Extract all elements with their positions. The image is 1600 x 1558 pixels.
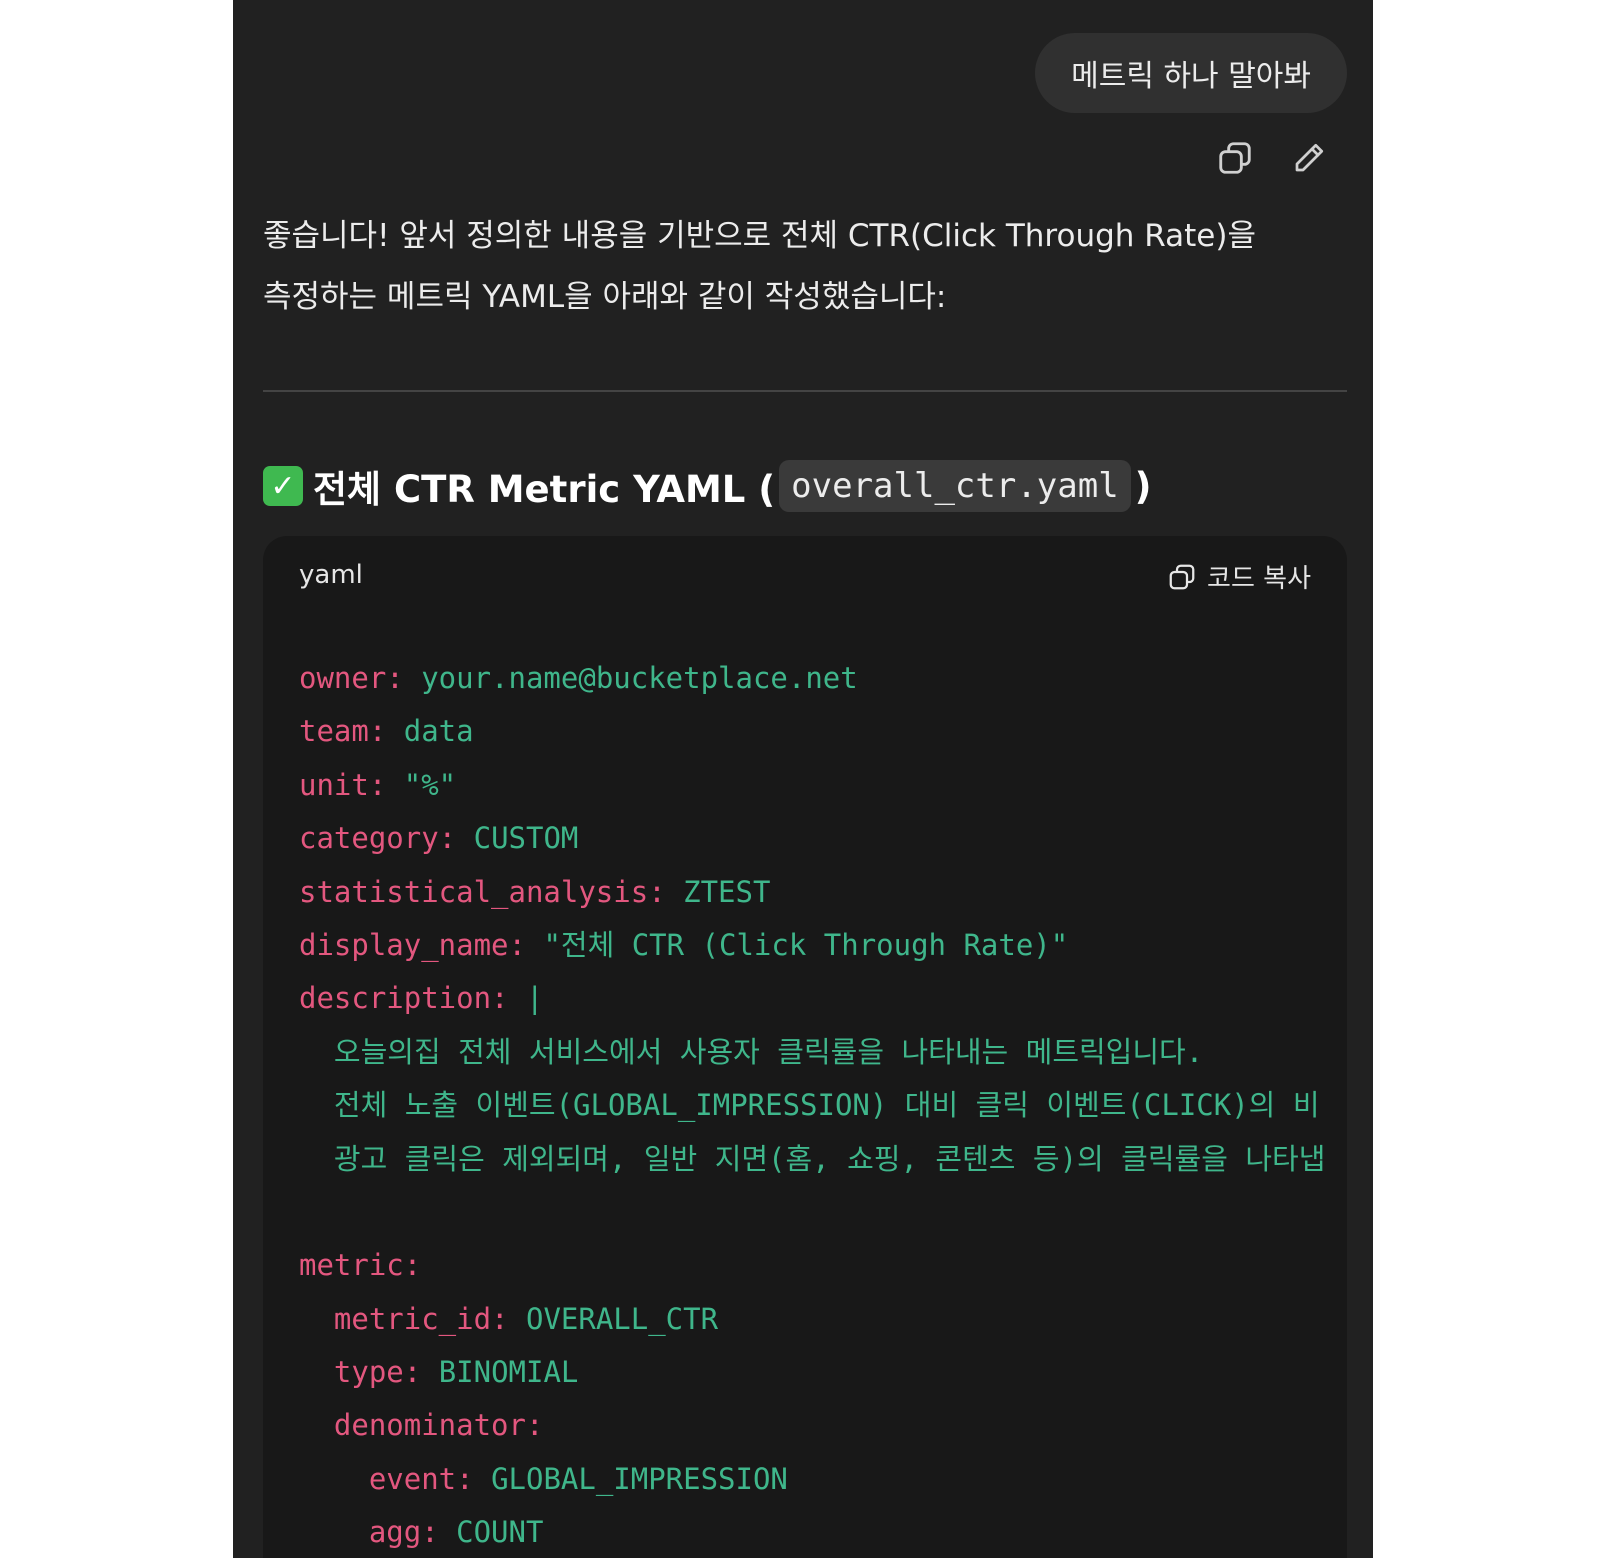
yaml-key: metric_id: — [299, 1301, 526, 1336]
yaml-value: 광고 클릭은 제외되며, 일반 지면(홈, 쇼핑, 콘텐츠 등)의 클릭률을 나… — [299, 1141, 1326, 1176]
pencil-icon — [1295, 143, 1324, 172]
yaml-value: GLOBAL_IMPRESSION — [491, 1461, 788, 1496]
code-line: display_name: "전체 CTR (Click Through Rat… — [299, 919, 1347, 972]
chat-panel: 메트릭 하나 말아봐 좋습니다! 앞서 정의한 내용을 기반으로 전체 CTR(… — [233, 0, 1373, 1558]
yaml-value: 전체 노출 이벤트(GLOBAL_IMPRESSION) 대비 클릭 이벤트(C… — [299, 1088, 1320, 1123]
assistant-intro-line: 측정하는 메트릭 YAML을 아래와 같이 작성했습니다: — [263, 279, 947, 315]
code-line: event: GLOBAL_IMPRESSION — [299, 1453, 1347, 1506]
copy-icon — [1169, 564, 1195, 589]
code-line: metric_id: OVERALL_CTR — [299, 1293, 1347, 1346]
yaml-value: 오늘의집 전체 서비스에서 사용자 클릭률을 나타내는 메트릭입니다. — [299, 1034, 1204, 1069]
code-line: 오늘의집 전체 서비스에서 사용자 클릭률을 나타내는 메트릭입니다. — [299, 1026, 1347, 1079]
code-line: unit: "%" — [299, 759, 1347, 812]
code-line: statistical_analysis: ZTEST — [299, 866, 1347, 919]
code-line: type: BINOMIAL — [299, 1346, 1347, 1399]
code-line: agg: COUNT — [299, 1506, 1347, 1558]
yaml-key: display_name: — [299, 927, 544, 962]
yaml-key: agg: — [299, 1515, 457, 1550]
code-block: yaml 코드 복사 owner: your.name@bucketplace.… — [263, 536, 1347, 1558]
edit-message-button[interactable] — [1289, 138, 1329, 178]
yaml-key: category: — [299, 821, 474, 856]
copy-message-button[interactable] — [1215, 138, 1255, 178]
yaml-key: description: — [299, 981, 526, 1016]
code-line: team: data — [299, 705, 1347, 758]
code-language-label: yaml — [299, 560, 363, 590]
heading-filename: overall_ctr.yaml — [779, 460, 1131, 512]
code-line: owner: your.name@bucketplace.net — [299, 652, 1347, 705]
heading-prefix: 전체 CTR Metric YAML ( — [313, 468, 776, 511]
yaml-value: CUSTOM — [473, 821, 579, 856]
yaml-value: "%" — [403, 767, 457, 802]
yaml-key: denominator: — [299, 1408, 544, 1443]
section-heading: ✓ 전체 CTR Metric YAML ( overall_ctr.yaml … — [263, 456, 1152, 516]
yaml-value: your.name@bucketplace.net — [421, 661, 858, 695]
code-line: category: CUSTOM — [299, 812, 1347, 865]
yaml-value: data — [403, 714, 474, 749]
check-mark-icon: ✓ — [263, 466, 303, 506]
copy-icon — [1219, 142, 1251, 174]
yaml-key: statistical_analysis: — [299, 874, 684, 909]
message-actions — [1215, 138, 1329, 178]
yaml-value: COUNT — [456, 1515, 544, 1550]
code-line: denominator: — [299, 1399, 1347, 1452]
copy-code-label: 코드 복사 — [1207, 564, 1311, 594]
code-line: description: | — [299, 972, 1347, 1025]
yaml-key: metric: — [299, 1248, 422, 1283]
yaml-value: | — [525, 981, 544, 1016]
code-line: 광고 클릭은 제외되며, 일반 지면(홈, 쇼핑, 콘텐츠 등)의 클릭률을 나… — [299, 1133, 1347, 1186]
code-body: owner: your.name@bucketplace.net team: da… — [299, 652, 1347, 1558]
yaml-value: ZTEST — [683, 874, 771, 909]
yaml-key: unit: — [299, 767, 404, 802]
yaml-key: team: — [299, 714, 404, 749]
code-block-header: yaml 코드 복사 — [263, 536, 1347, 616]
yaml-value: OVERALL_CTR — [525, 1301, 719, 1336]
user-message-text: 메트릭 하나 말아봐 — [1071, 59, 1311, 94]
code-line: metric: — [299, 1239, 1347, 1292]
yaml-key: owner: — [299, 661, 422, 695]
yaml-value: "전체 CTR (Click Through Rate)" — [543, 927, 1069, 962]
heading-suffix: ) — [1134, 464, 1152, 508]
code-line: 전체 노출 이벤트(GLOBAL_IMPRESSION) 대비 클릭 이벤트(C… — [299, 1079, 1347, 1132]
divider — [263, 390, 1347, 392]
copy-code-button[interactable]: 코드 복사 — [1167, 558, 1311, 595]
yaml-key: type: — [299, 1355, 439, 1390]
yaml-value: BINOMIAL — [438, 1355, 579, 1390]
yaml-key: event: — [299, 1461, 492, 1496]
user-message-bubble: 메트릭 하나 말아봐 — [1035, 33, 1347, 113]
assistant-intro: 좋습니다! 앞서 정의한 내용을 기반으로 전체 CTR(Click Throu… — [263, 206, 1343, 328]
assistant-intro-line: 좋습니다! 앞서 정의한 내용을 기반으로 전체 CTR(Click Throu… — [263, 218, 1256, 254]
